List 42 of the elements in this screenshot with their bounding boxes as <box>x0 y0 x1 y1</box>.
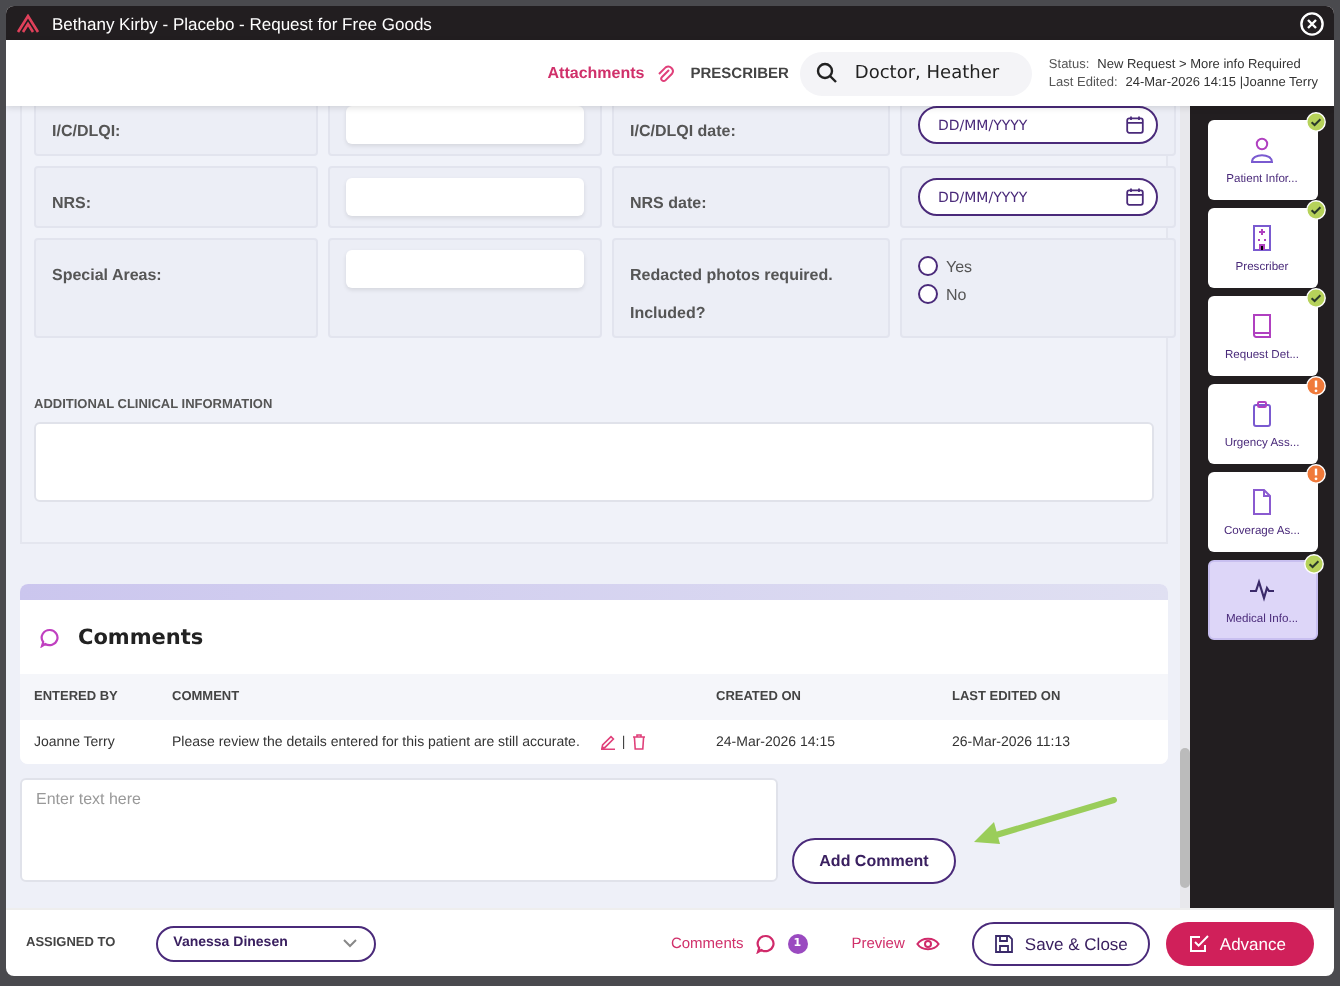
search-icon <box>816 62 839 84</box>
section-title: Comments <box>78 625 204 649</box>
input-field[interactable] <box>346 250 584 288</box>
advance-button[interactable]: Advance <box>1165 921 1314 965</box>
arrow-icon <box>970 796 1118 848</box>
book-icon <box>1248 311 1276 339</box>
attachments-link[interactable]: Attachments <box>547 64 645 82</box>
field-label: NRS date: <box>630 194 707 212</box>
speech-bubble-icon <box>40 627 60 647</box>
window-title: Bethany Kirby - Placebo - Request for Free Goods <box>52 13 434 33</box>
eye-icon[interactable] <box>916 935 941 951</box>
comment-field[interactable]: Enter text here <box>20 778 778 882</box>
input-field[interactable] <box>346 178 584 216</box>
pulse-icon <box>1248 575 1276 603</box>
pencil-icon[interactable] <box>599 734 616 750</box>
field-label: Special Areas: <box>52 266 162 284</box>
chevron-down-icon <box>341 938 358 948</box>
speech-bubble-icon[interactable] <box>755 933 776 953</box>
input-field[interactable] <box>346 106 584 144</box>
field-label: I/C/DLQI: <box>52 122 121 140</box>
radio-label: Yes <box>946 257 973 275</box>
field-label: I/C/DLQI date: <box>630 122 736 140</box>
field-label: Redacted photos required. Included? <box>630 266 833 322</box>
close-icon[interactable] <box>1300 11 1324 35</box>
search-field[interactable]: Doctor, Heather <box>800 51 1033 95</box>
paperclip-icon[interactable] <box>656 63 675 83</box>
building-icon <box>1248 223 1276 251</box>
calendar-icon[interactable] <box>1126 188 1144 206</box>
field-label: NRS: <box>52 194 92 212</box>
trash-icon[interactable] <box>631 734 646 750</box>
scrollbar[interactable] <box>1180 106 1190 908</box>
save-close-button[interactable]: Save & Close <box>972 921 1150 965</box>
logo-icon <box>16 13 40 33</box>
clipboard-icon <box>1248 399 1276 427</box>
radio-button[interactable] <box>918 256 938 276</box>
radio-button[interactable] <box>918 284 938 304</box>
radio-label: No <box>946 285 967 303</box>
add-comment-button[interactable]: Add Comment <box>792 838 956 884</box>
person-icon <box>1248 135 1276 163</box>
document-icon <box>1248 487 1276 515</box>
checkbox-icon <box>1187 932 1210 954</box>
calendar-icon[interactable] <box>1126 116 1144 134</box>
